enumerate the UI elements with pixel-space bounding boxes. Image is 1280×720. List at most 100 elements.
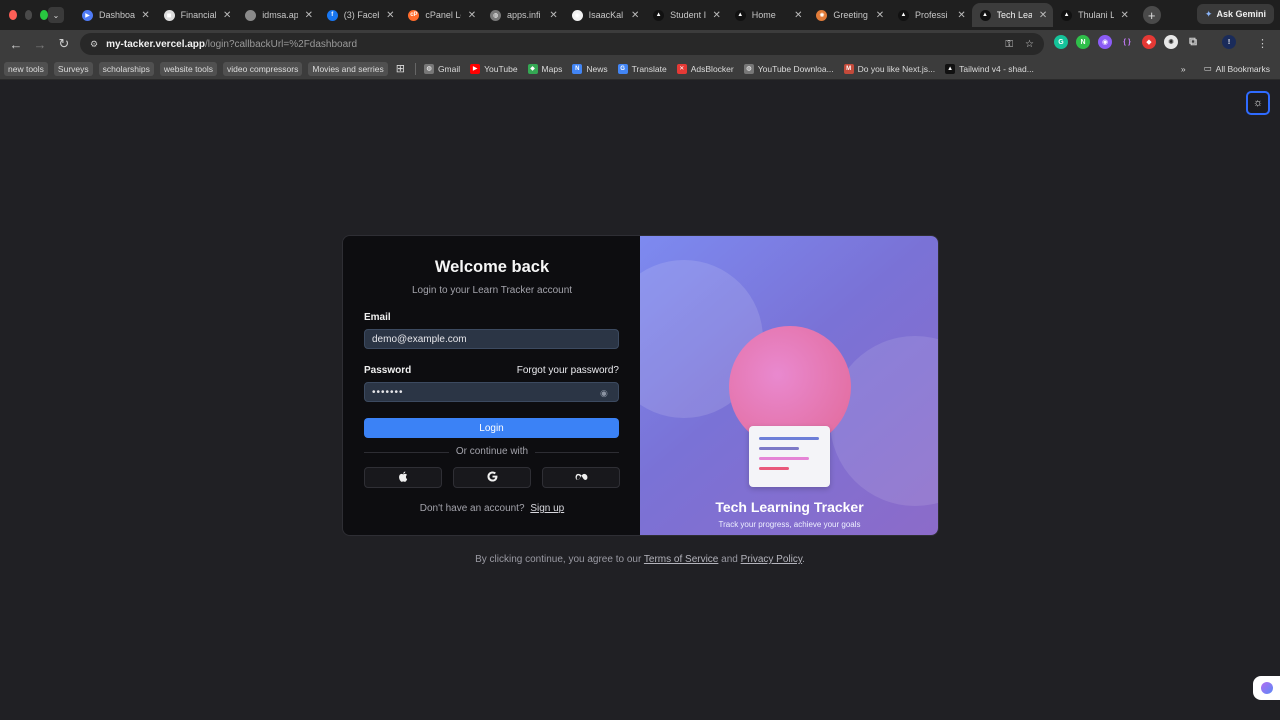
back-arrow-icon[interactable]: ← bbox=[4, 37, 28, 52]
code-extension-icon[interactable]: { } bbox=[1120, 35, 1134, 49]
bookmark-item[interactable]: ✕ AdsBlocker bbox=[676, 63, 734, 74]
ask-gemini-button[interactable]: ✦ Ask Gemini bbox=[1196, 4, 1274, 24]
eye-icon[interactable]: ◉ bbox=[600, 388, 608, 399]
tab-favicon-icon: ◉ bbox=[571, 9, 583, 21]
maximize-window-button[interactable] bbox=[40, 10, 49, 20]
tab-close-icon[interactable]: ✕ bbox=[141, 10, 151, 21]
forgot-password-link[interactable]: Forgot your password? bbox=[517, 365, 619, 376]
green-extension-icon[interactable]: N bbox=[1076, 35, 1090, 49]
google-login-button[interactable] bbox=[453, 467, 531, 488]
terms-of-service-link[interactable]: Terms of Service bbox=[644, 554, 718, 565]
bookmark-label: YouTube Downloa... bbox=[757, 63, 834, 74]
browser-menu-icon[interactable]: ⋮ bbox=[1257, 37, 1268, 50]
tab-label: cPanel Lo bbox=[425, 10, 461, 20]
tab-favicon-icon: ◼ bbox=[163, 9, 175, 21]
openai-extension-icon[interactable]: ✺ bbox=[1164, 35, 1178, 49]
password-field[interactable] bbox=[364, 382, 619, 402]
profile-avatar-icon[interactable]: ! bbox=[1222, 35, 1236, 49]
bookmark-folder[interactable]: scholarships bbox=[98, 61, 154, 76]
close-window-button[interactable] bbox=[9, 10, 17, 20]
browser-tab[interactable]: idmsa.ap ✕ bbox=[237, 3, 319, 27]
more-bookmarks-chevron-icon[interactable]: » bbox=[1181, 64, 1186, 74]
purple-extension-icon[interactable]: ◉ bbox=[1098, 35, 1112, 49]
bookmark-folder[interactable]: website tools bbox=[159, 61, 218, 76]
bookmark-label: Tailwind v4 - shad... bbox=[959, 63, 1034, 74]
browser-tab[interactable]: cP cPanel Lo ✕ bbox=[400, 3, 482, 27]
tab-label: Tech Lea bbox=[996, 10, 1033, 20]
browser-tab[interactable]: ▲ Student I ✕ bbox=[645, 3, 727, 27]
bookmark-item[interactable]: ▲ Tailwind v4 - shad... bbox=[945, 63, 1034, 74]
bookmark-item[interactable]: ◆ Maps bbox=[527, 63, 562, 74]
apps-grid-icon[interactable]: ⊞ bbox=[396, 62, 405, 75]
tab-close-icon[interactable]: ✕ bbox=[549, 10, 559, 21]
apple-icon bbox=[398, 470, 408, 485]
site-settings-icon[interactable]: ⚙ bbox=[90, 39, 98, 50]
bookmark-folder[interactable]: Surveys bbox=[53, 61, 93, 76]
privacy-policy-link[interactable]: Privacy Policy bbox=[741, 554, 803, 565]
forward-arrow-icon[interactable]: → bbox=[28, 37, 52, 52]
red-shield-extension-icon[interactable]: ◆ bbox=[1142, 35, 1156, 49]
email-field[interactable] bbox=[364, 329, 619, 349]
password-key-icon[interactable]: ⚿ bbox=[1005, 39, 1013, 50]
all-bookmarks-label: All Bookmarks bbox=[1215, 63, 1270, 74]
bookmark-item[interactable]: M Do you like Next.js... bbox=[843, 63, 936, 74]
tab-close-icon[interactable]: ✕ bbox=[467, 10, 477, 21]
bookmark-item[interactable]: G Translate bbox=[617, 63, 667, 74]
extensions-puzzle-icon[interactable]: ⧉ bbox=[1186, 35, 1200, 49]
tab-search-icon[interactable]: ⌄ bbox=[48, 7, 64, 23]
bookmark-item[interactable]: ◍ Gmail bbox=[423, 63, 461, 74]
browser-tab[interactable]: f (3) Faceb ✕ bbox=[319, 3, 401, 27]
apple-login-button[interactable] bbox=[364, 467, 442, 488]
tab-favicon-icon: ▲ bbox=[1061, 9, 1073, 21]
bookmark-star-icon[interactable]: ☆ bbox=[1025, 39, 1034, 50]
browser-tab[interactable]: ▶ Dashboa ✕ bbox=[74, 3, 156, 27]
tab-close-icon[interactable]: ✕ bbox=[385, 10, 395, 21]
tab-close-icon[interactable]: ✕ bbox=[712, 10, 722, 21]
tab-close-icon[interactable]: ✕ bbox=[304, 10, 314, 21]
bookmark-folder[interactable]: video compressors bbox=[223, 61, 303, 76]
bookmark-label: Do you like Next.js... bbox=[857, 63, 936, 74]
grammarly-extension-icon[interactable]: G bbox=[1054, 35, 1068, 49]
bookmark-item[interactable]: N News bbox=[572, 63, 608, 74]
tab-close-icon[interactable]: ✕ bbox=[957, 10, 967, 21]
browser-tab[interactable]: ▲ Thulani L ✕ bbox=[1053, 3, 1135, 27]
login-subtitle: Login to your Learn Tracker account bbox=[411, 285, 573, 296]
bookmark-folder[interactable]: new tools bbox=[4, 61, 48, 76]
browser-tab[interactable]: ◼ Financial ✕ bbox=[156, 3, 238, 27]
theme-toggle-button[interactable]: ☼ bbox=[1246, 91, 1270, 115]
new-tab-button[interactable]: + bbox=[1142, 6, 1161, 24]
browser-tab[interactable]: ◉ IsaacKal ✕ bbox=[564, 3, 646, 27]
browser-toolbar: ← → ↻ ⚙ my-tacker.vercel.app /login?call… bbox=[0, 30, 1280, 58]
browser-tab[interactable]: ▲ Tech Lea ✕ bbox=[971, 3, 1054, 27]
browser-tab[interactable]: ✺ Greeting ✕ bbox=[808, 3, 890, 27]
tab-close-icon[interactable]: ✕ bbox=[793, 10, 803, 21]
tab-label: Greeting bbox=[833, 10, 868, 20]
terms-suffix: . bbox=[802, 554, 805, 565]
tab-close-icon[interactable]: ✕ bbox=[222, 10, 232, 21]
bookmark-item[interactable]: ▶ YouTube bbox=[470, 63, 518, 74]
reload-icon[interactable]: ↻ bbox=[52, 36, 76, 52]
address-bar[interactable]: ⚙ my-tacker.vercel.app /login?callbackUr… bbox=[80, 33, 1044, 55]
tab-close-icon[interactable]: ✕ bbox=[1038, 10, 1048, 21]
url-host: my-tacker.vercel.app bbox=[106, 38, 206, 50]
meta-login-button[interactable] bbox=[542, 467, 620, 488]
bookmark-label: Gmail bbox=[437, 63, 461, 74]
floating-assistant-button[interactable] bbox=[1253, 676, 1280, 700]
login-button[interactable]: Login bbox=[364, 418, 619, 438]
tab-close-icon[interactable]: ✕ bbox=[875, 10, 885, 21]
browser-tab[interactable]: ▲ Professi ✕ bbox=[890, 3, 972, 27]
tab-favicon-icon: ▲ bbox=[653, 9, 665, 21]
promo-panel: Tech Learning Tracker Track your progres… bbox=[640, 236, 938, 535]
tab-favicon-icon: ▶ bbox=[82, 9, 93, 21]
tab-close-icon[interactable]: ✕ bbox=[1120, 10, 1130, 21]
all-bookmarks-button[interactable]: ▭ All Bookmarks bbox=[1204, 63, 1270, 74]
minimize-window-button[interactable] bbox=[24, 10, 33, 20]
browser-tab[interactable]: ◍ apps.infi ✕ bbox=[482, 3, 564, 27]
bookmark-item[interactable]: ◍ YouTube Downloa... bbox=[743, 63, 834, 74]
bookmark-folder[interactable]: Movies and serries bbox=[308, 61, 388, 76]
tab-close-icon[interactable]: ✕ bbox=[630, 10, 640, 21]
bookmark-favicon-icon: ▲ bbox=[945, 63, 956, 74]
login-card: Welcome back Login to your Learn Tracker… bbox=[342, 235, 939, 536]
browser-tab[interactable]: ▲ Home ✕ bbox=[727, 3, 809, 27]
sign-up-link[interactable]: Sign up bbox=[530, 503, 564, 514]
